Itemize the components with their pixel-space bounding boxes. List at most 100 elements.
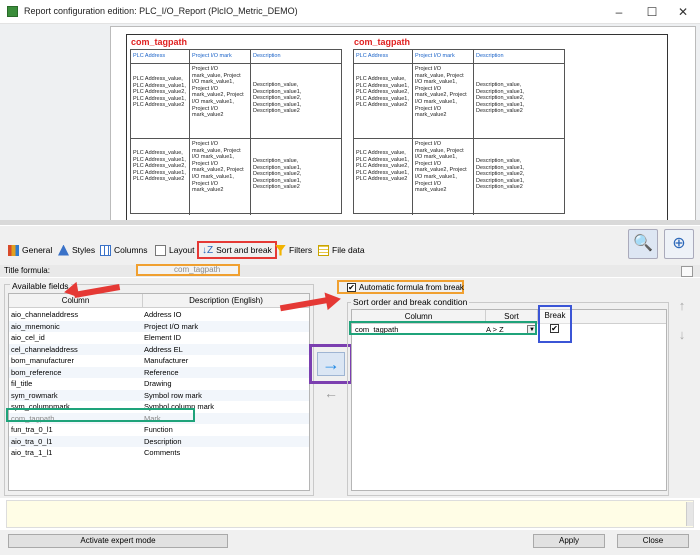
- zoom-fit-icon: ⊕: [672, 235, 686, 252]
- layout-icon: [155, 244, 166, 256]
- field-row[interactable]: aio_mnemonic Project I/O mark: [9, 320, 309, 332]
- report-cell: Description_value, Description_value1, D…: [476, 82, 525, 115]
- report-header-cell: Description: [476, 53, 504, 59]
- field-column: aio_cel_id: [11, 333, 45, 342]
- report-header-cell: PLC Address: [356, 53, 389, 59]
- field-description: Drawing: [144, 379, 172, 388]
- field-row[interactable]: bom_reference Reference: [9, 366, 309, 378]
- message-area: [6, 500, 694, 528]
- arrow-up-icon: ↑: [678, 298, 686, 313]
- field-description: Symbol row mark: [144, 390, 202, 400]
- close-window-button[interactable]: ✕: [668, 2, 698, 22]
- styles-icon: [58, 244, 69, 256]
- field-row[interactable]: aio_tra_0_l1 Description: [9, 435, 309, 447]
- report-block-title: com_tagpath: [131, 37, 188, 47]
- field-row[interactable]: fun_tra_0_l1 Function: [9, 424, 309, 436]
- field-column: cel_channeladdress: [11, 344, 78, 354]
- sort-order-table[interactable]: Column Sort com_tagpath A > Z ▼: [351, 309, 667, 491]
- report-cell: PLC Address_value, PLC Address_value1, P…: [133, 150, 186, 183]
- report-header-cell: Description: [253, 53, 281, 59]
- app-icon: [7, 6, 18, 17]
- field-column: aio_mnemonic: [11, 321, 60, 331]
- auto-formula-label: Automatic formula from break: [359, 283, 464, 292]
- field-row[interactable]: aio_tra_1_l1 Comments: [9, 447, 309, 459]
- break-checkbox[interactable]: ✔: [550, 324, 559, 333]
- field-column: aio_tra_0_l1: [11, 436, 53, 446]
- fit-view-button[interactable]: ⊕: [664, 229, 694, 259]
- minimize-button[interactable]: –: [604, 2, 634, 22]
- report-cell: PLC Address_value, PLC Address_value1, P…: [133, 76, 186, 109]
- arrow-left-icon: ←: [324, 385, 338, 401]
- tab-layout[interactable]: Layout: [155, 242, 195, 258]
- break-header[interactable]: Break: [542, 311, 568, 320]
- field-column: aio_tra_1_l1: [11, 448, 53, 457]
- report-header-cell: Project I/O mark: [415, 53, 455, 59]
- field-description: Function: [144, 425, 173, 434]
- field-row[interactable]: cel_channeladdress Address EL: [9, 343, 309, 355]
- field-row[interactable]: bom_manufacturer Manufacturer: [9, 355, 309, 367]
- maximize-button[interactable]: ☐: [637, 2, 667, 22]
- tab-filters[interactable]: Filters: [275, 242, 312, 258]
- annotation-arrowhead: [62, 281, 80, 301]
- title-formula-input[interactable]: com_tagpath: [136, 264, 240, 276]
- report-cell: Project I/O mark_value, Project I/O mark…: [192, 141, 244, 194]
- sort-order-label: Sort order and break condition: [351, 297, 470, 307]
- report-cell: Description_value, Description_value1, D…: [253, 158, 302, 191]
- field-description: Address IO: [144, 310, 182, 319]
- available-fields-table[interactable]: Column Description (English) aio_channel…: [8, 293, 310, 491]
- tab-sort-and-break[interactable]: ↓Z Sort and break: [197, 241, 277, 259]
- field-description: Comments: [144, 448, 181, 457]
- field-description: Element ID: [144, 333, 182, 342]
- tab-label: Sort and break: [216, 245, 272, 255]
- sort-icon: ↓Z: [202, 244, 214, 256]
- highlight-frame: [349, 321, 537, 335]
- columns-icon: [100, 244, 111, 256]
- filter-icon: [275, 244, 286, 256]
- field-column: bom_reference: [11, 367, 62, 377]
- tab-general[interactable]: General: [8, 242, 52, 258]
- formula-editor-icon[interactable]: [681, 266, 693, 277]
- field-column: fun_tra_0_l1: [11, 425, 53, 434]
- preview-zoom-button[interactable]: 🔍: [628, 229, 658, 259]
- move-up-button[interactable]: ↑: [674, 298, 690, 314]
- activate-expert-mode-button[interactable]: Activate expert mode: [8, 534, 228, 548]
- title-formula-row: [0, 265, 700, 277]
- add-to-sort-button[interactable]: →: [317, 352, 345, 376]
- report-header-cell: Project I/O mark: [192, 53, 232, 59]
- preview-horizontal-scrollbar[interactable]: [0, 220, 700, 225]
- tab-label: Layout: [169, 245, 195, 255]
- tab-columns[interactable]: Columns: [100, 242, 148, 258]
- report-preview: com_tagpath PLC Address Project I/O mark…: [0, 24, 700, 224]
- report-cell: Project I/O mark_value, Project I/O mark…: [192, 66, 244, 119]
- field-row[interactable]: aio_channeladdress Address IO: [9, 309, 309, 321]
- tab-file-data[interactable]: File data: [318, 242, 365, 258]
- field-row[interactable]: sym_rowmark Symbol row mark: [9, 389, 309, 401]
- field-description: Description: [144, 436, 182, 446]
- field-description: Manufacturer: [144, 356, 189, 365]
- close-button[interactable]: Close: [617, 534, 689, 548]
- highlight-frame: [6, 408, 195, 422]
- field-row[interactable]: aio_cel_id Element ID: [9, 332, 309, 344]
- tab-label: Columns: [114, 245, 148, 255]
- general-icon: [8, 244, 19, 256]
- report-cell: Project I/O mark_value, Project I/O mark…: [415, 141, 467, 194]
- apply-button[interactable]: Apply: [533, 534, 605, 548]
- tab-styles[interactable]: Styles: [58, 242, 95, 258]
- field-column: aio_channeladdress: [11, 310, 79, 319]
- message-scrollbar[interactable]: [686, 502, 693, 526]
- report-block-table: PLC Address Project I/O mark Description…: [353, 49, 565, 215]
- field-row[interactable]: fil_title Drawing: [9, 378, 309, 390]
- tab-label: Filters: [289, 245, 313, 255]
- field-description: Project I/O mark: [144, 321, 199, 331]
- title-bar: Report configuration edition: PLC_I/O_Re…: [0, 0, 700, 24]
- report-block-table: PLC Address Project I/O mark Description…: [130, 49, 342, 215]
- report-cell: Project I/O mark_value, Project I/O mark…: [415, 66, 467, 119]
- field-column: bom_manufacturer: [11, 356, 74, 365]
- remove-from-sort-button[interactable]: ←: [320, 385, 342, 401]
- field-column: sym_rowmark: [11, 390, 58, 400]
- move-down-button[interactable]: ↓: [674, 327, 690, 343]
- auto-formula-checkbox[interactable]: ✔: [347, 283, 356, 292]
- file-data-icon: [318, 244, 329, 256]
- report-header-cell: PLC Address: [133, 53, 166, 59]
- tab-label: General: [22, 245, 53, 255]
